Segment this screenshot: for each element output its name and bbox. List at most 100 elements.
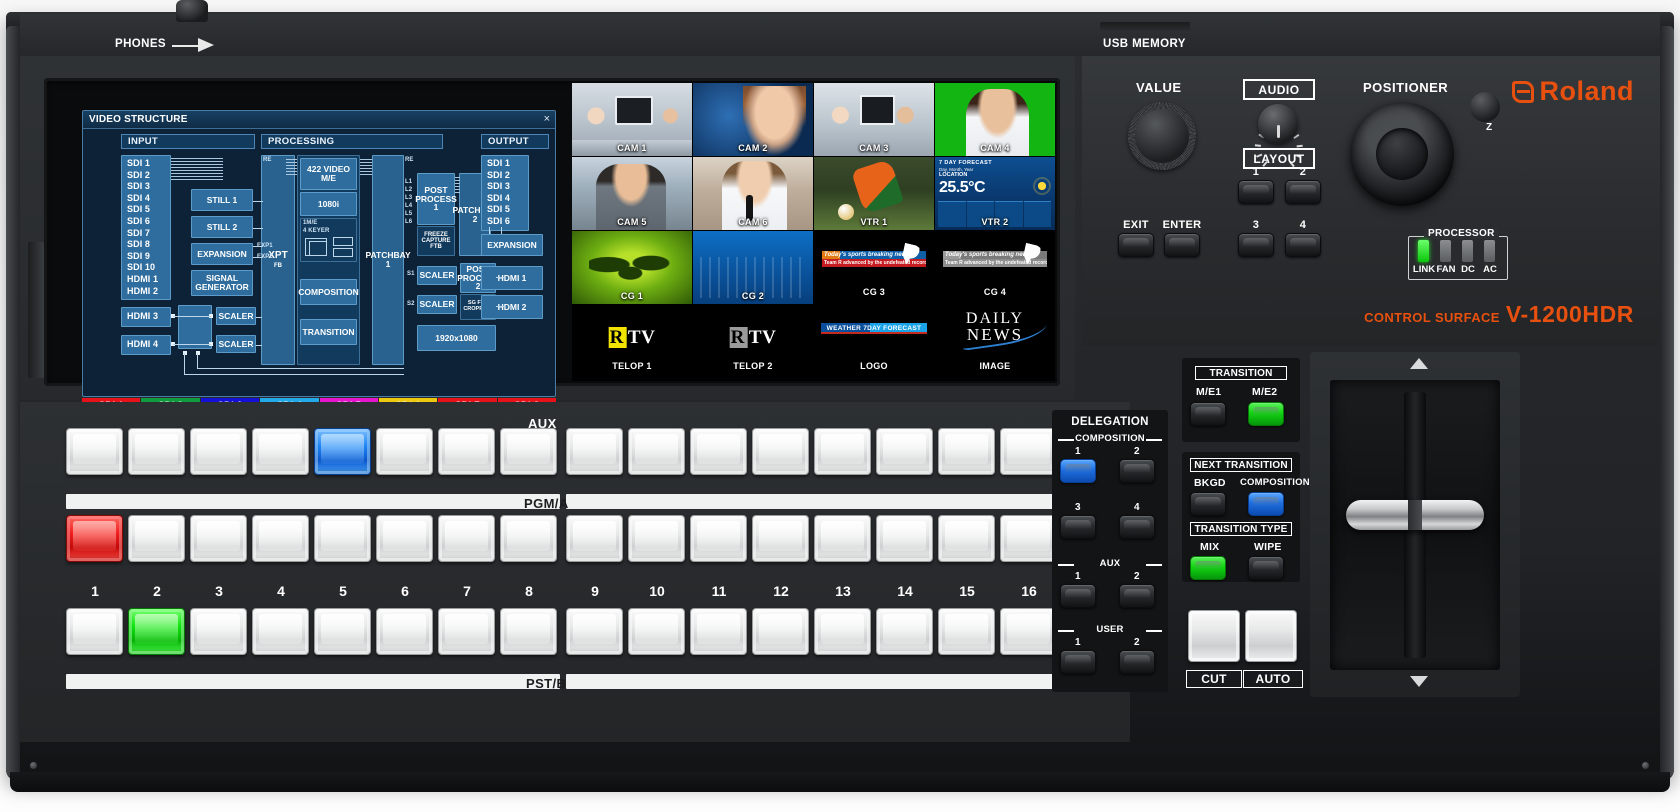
pst-bus-button[interactable]: [814, 608, 871, 655]
pst-bus-button[interactable]: [190, 608, 247, 655]
multiviewer-tile[interactable]: Today's sports breaking newsTeam R advan…: [814, 231, 934, 304]
aux-bus-button[interactable]: [1000, 428, 1057, 475]
layout-button-3[interactable]: [1238, 233, 1274, 257]
multiviewer-tile[interactable]: RTVTELOP 1: [572, 305, 692, 378]
mix-button[interactable]: [1190, 556, 1226, 580]
auto-button[interactable]: [1245, 610, 1297, 662]
pgm-bus-button[interactable]: [938, 515, 995, 562]
layout-button-4[interactable]: [1285, 233, 1321, 257]
wipe-button[interactable]: [1248, 556, 1284, 580]
composition-next-button[interactable]: [1248, 492, 1284, 516]
pst-bus-button[interactable]: [376, 608, 433, 655]
usb-memory-label: USB MEMORY: [1103, 38, 1186, 50]
aux-bus-button[interactable]: [66, 428, 123, 475]
aux-bus-button[interactable]: [690, 428, 747, 475]
pst-bus-button[interactable]: [752, 608, 809, 655]
delegation-aux-2-button[interactable]: [1119, 584, 1155, 608]
pst-bus-button[interactable]: [876, 608, 933, 655]
aux-bus-button[interactable]: [438, 428, 495, 475]
pst-bus-button[interactable]: [252, 608, 309, 655]
multiviewer-tile[interactable]: CAM 2: [693, 83, 813, 156]
pst-bus-button[interactable]: [66, 608, 123, 655]
delegation-composition-3-button[interactable]: [1060, 515, 1096, 539]
multiviewer[interactable]: CAM 1CAM 2CAM 3CAM 4 CAM 5CAM 6VTR 17 DA…: [572, 83, 1055, 381]
pst-bus-button[interactable]: [1000, 608, 1057, 655]
pgm-bus-button[interactable]: [376, 515, 433, 562]
aux-bus-button[interactable]: [938, 428, 995, 475]
multiviewer-tile[interactable]: CG 2: [693, 231, 813, 304]
pgm-bus-button[interactable]: [500, 515, 557, 562]
pgm-bus-button[interactable]: [190, 515, 247, 562]
delegation-composition-4-button[interactable]: [1119, 515, 1155, 539]
aux-bus-button[interactable]: [252, 428, 309, 475]
value-knob[interactable]: [1128, 102, 1196, 170]
pgm-bus-button[interactable]: [252, 515, 309, 562]
pst-bus-button[interactable]: [690, 608, 747, 655]
pgm-bus-button[interactable]: [128, 515, 185, 562]
pst-bus-button[interactable]: [566, 608, 623, 655]
multiviewer-tile[interactable]: CAM 3: [814, 83, 934, 156]
delegation-composition-2-button[interactable]: [1119, 459, 1155, 483]
aux-bus-button[interactable]: [500, 428, 557, 475]
delegation-aux-1-button[interactable]: [1060, 584, 1096, 608]
usb-memory-slot[interactable]: [1100, 22, 1190, 32]
pgm-bus-button[interactable]: [66, 515, 123, 562]
section-header-processing: PROCESSING: [261, 134, 443, 149]
multiviewer-tile[interactable]: CG 1: [572, 231, 692, 304]
positioner-joystick[interactable]: [1350, 102, 1454, 206]
multiviewer-tile[interactable]: CAM 4: [935, 83, 1055, 156]
phones-volume-knob[interactable]: [176, 0, 208, 22]
delegation-user-2-button[interactable]: [1119, 650, 1155, 674]
layout-button-1[interactable]: [1238, 180, 1274, 204]
pgm-bus-button[interactable]: [814, 515, 871, 562]
me2-button[interactable]: [1248, 402, 1284, 426]
pgm-bus-button[interactable]: [314, 515, 371, 562]
close-icon[interactable]: ×: [544, 113, 550, 125]
multiviewer-tile[interactable]: CAM 5: [572, 157, 692, 230]
pgm-bus-button[interactable]: [1000, 515, 1057, 562]
pst-bus-button[interactable]: [438, 608, 495, 655]
pgm-bus-button[interactable]: [752, 515, 809, 562]
bkgd-button[interactable]: [1190, 492, 1226, 516]
pgm-bus-button[interactable]: [438, 515, 495, 562]
pgm-bus-button[interactable]: [628, 515, 685, 562]
enter-button[interactable]: [1164, 233, 1200, 257]
t-bar-fader-handle[interactable]: [1346, 500, 1484, 530]
pst-bus-button[interactable]: [314, 608, 371, 655]
multiviewer-tile[interactable]: RTVTELOP 2: [693, 305, 813, 378]
pst-bus-button[interactable]: [938, 608, 995, 655]
multiviewer-tile[interactable]: Today's sports breaking newsTeam R advan…: [935, 231, 1055, 304]
aux-bus-button[interactable]: [314, 428, 371, 475]
aux-bus-button[interactable]: [628, 428, 685, 475]
display-screen[interactable]: VIDEO STRUCTURE × INPUT PROCESSING OUTPU…: [44, 78, 1060, 386]
cut-button[interactable]: [1188, 610, 1240, 662]
multiviewer-tile[interactable]: DAILYNEWSIMAGE: [935, 305, 1055, 378]
delegation-title: DELEGATION: [1052, 416, 1168, 428]
multiviewer-tile[interactable]: CAM 1: [572, 83, 692, 156]
aux-bus-button[interactable]: [566, 428, 623, 475]
aux-bus-button[interactable]: [814, 428, 871, 475]
pst-bus-button[interactable]: [500, 608, 557, 655]
aux-bus-button[interactable]: [376, 428, 433, 475]
video-structure-window[interactable]: VIDEO STRUCTURE × INPUT PROCESSING OUTPU…: [82, 110, 556, 397]
pst-bus-button[interactable]: [628, 608, 685, 655]
multiviewer-tile[interactable]: VTR 1: [814, 157, 934, 230]
pgm-bus-button[interactable]: [876, 515, 933, 562]
pgm-bus-button[interactable]: [690, 515, 747, 562]
z-axis-knob[interactable]: [1470, 92, 1500, 122]
multiviewer-tile[interactable]: 7 DAY FORECASTDay, Month, YearLOCATION25…: [935, 157, 1055, 230]
aux-bus-button[interactable]: [128, 428, 185, 475]
audio-knob[interactable]: [1258, 104, 1298, 144]
pgm-bus-button[interactable]: [566, 515, 623, 562]
aux-bus-button[interactable]: [876, 428, 933, 475]
multiviewer-tile[interactable]: WEATHER 7DAY FORECASTLOGO: [814, 305, 934, 378]
aux-bus-button[interactable]: [752, 428, 809, 475]
pst-bus-button[interactable]: [128, 608, 185, 655]
aux-bus-button[interactable]: [190, 428, 247, 475]
exit-button[interactable]: [1118, 233, 1154, 257]
layout-button-2[interactable]: [1285, 180, 1321, 204]
me1-button[interactable]: [1190, 402, 1226, 426]
multiviewer-tile[interactable]: CAM 6: [693, 157, 813, 230]
delegation-user-1-button[interactable]: [1060, 650, 1096, 674]
delegation-composition-1-button[interactable]: [1060, 459, 1096, 483]
